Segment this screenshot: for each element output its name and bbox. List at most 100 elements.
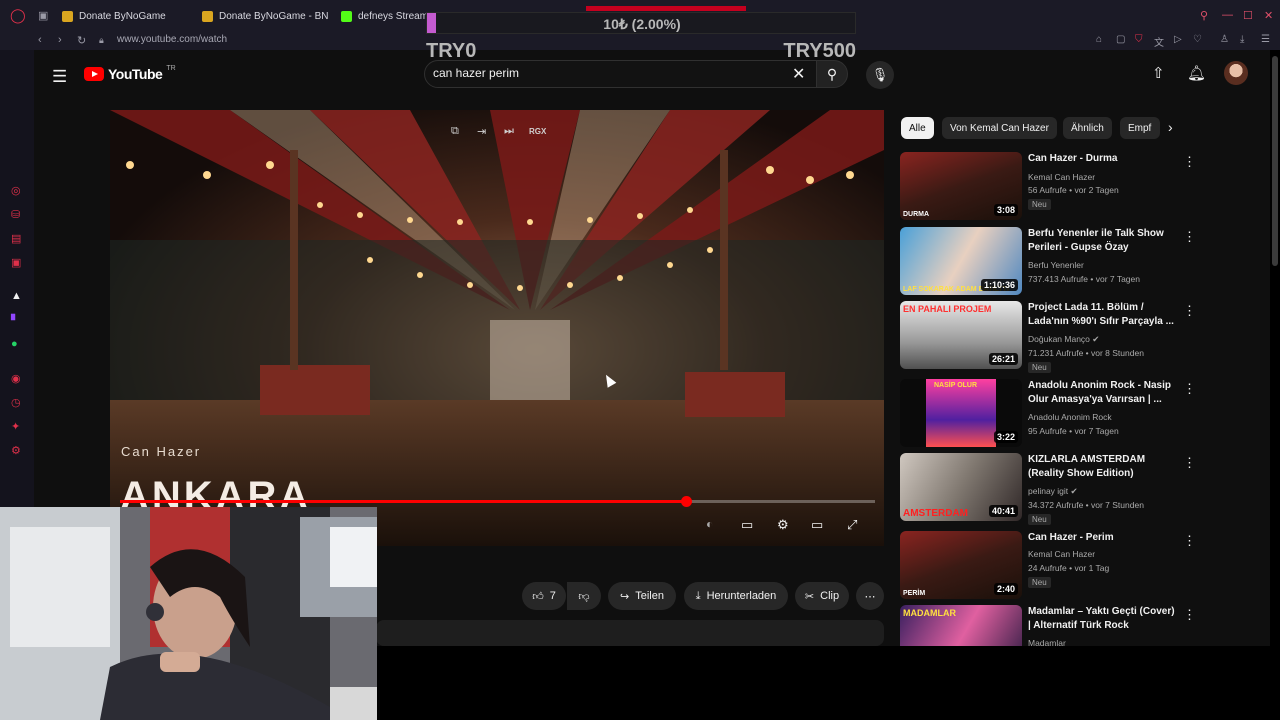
forward-icon[interactable]: › xyxy=(58,34,62,46)
more-vert-icon[interactable]: ⋮ xyxy=(1183,229,1196,245)
play-icon[interactable]: ▷ xyxy=(1174,34,1182,45)
snapshot-icon[interactable]: ▢ xyxy=(1116,34,1125,45)
channel-name[interactable]: Kemal Can Hazer xyxy=(1028,549,1095,559)
video-title[interactable]: Project Lada 11. Bölüm / Lada'nın %90'ı … xyxy=(1028,301,1180,329)
description-box[interactable] xyxy=(376,620,884,646)
twitch-icon[interactable]: ▘ xyxy=(11,314,19,327)
bookmark-icon[interactable]: ⌂ xyxy=(1096,34,1102,45)
video-title[interactable]: Berfu Yenenler ile Talk Show Perileri - … xyxy=(1028,227,1180,255)
clear-search-icon[interactable]: ✕ xyxy=(792,64,805,84)
video-player[interactable]: ⧉ ⇥ ⏭ RGX Can Hazer ANKARA ◐ ▭ ⚙ ▭ ⤢ xyxy=(110,110,884,546)
heart-icon[interactable]: ♡ xyxy=(1193,34,1202,45)
player-icon[interactable]: ◉ xyxy=(11,372,21,385)
settings-gear-icon[interactable]: ⚙ xyxy=(777,517,789,533)
progress-bar[interactable] xyxy=(120,496,875,507)
channel-name[interactable]: Madamlar xyxy=(1028,638,1066,646)
download-icon[interactable]: ⤓ xyxy=(1240,34,1244,45)
chip-all[interactable]: Alle xyxy=(901,117,934,139)
more-vert-icon[interactable]: ⋮ xyxy=(1183,455,1196,471)
shield-icon[interactable]: ⛉ xyxy=(1135,34,1143,45)
tab-donate-bynogame-bn[interactable]: Donate ByNoGame - BN xyxy=(202,6,330,26)
channel-name[interactable]: Anadolu Anonim Rock xyxy=(1028,412,1112,422)
more-vert-icon[interactable]: ⋮ xyxy=(1183,303,1196,319)
channel-name[interactable]: Kemal Can Hazer xyxy=(1028,172,1095,182)
thumbnail[interactable]: PERİM 2:40 xyxy=(900,531,1022,599)
chip-recommended[interactable]: Empf xyxy=(1120,117,1160,139)
more-vert-icon[interactable]: ⋮ xyxy=(1183,381,1196,397)
thumbnail[interactable]: NASİP OLUR 3:22 xyxy=(900,379,1022,447)
thumbnail[interactable]: AMSTERDAM 40:41 xyxy=(900,453,1022,521)
translate-icon[interactable]: 文 xyxy=(1154,34,1164,49)
minimize-icon[interactable]: — xyxy=(1222,9,1233,21)
autoplay-toggle[interactable]: ◐ xyxy=(706,517,713,531)
crypto-wallet-icon[interactable]: ⛁ xyxy=(11,208,20,221)
notifications-bell-icon[interactable]: 🔔︎ xyxy=(1187,64,1206,82)
thumbnail[interactable]: DURMA 3:08 xyxy=(900,152,1022,220)
fullscreen-icon[interactable]: ⤢ xyxy=(847,517,857,533)
video-title[interactable]: Can Hazer - Durma xyxy=(1028,152,1180,166)
miniplayer-icon[interactable]: ⧉ xyxy=(451,125,459,138)
thumbnail[interactable]: MADAMLAR xyxy=(900,605,1022,646)
list-item[interactable]: EN PAHALI PROJEM 26:21 Project Lada 11. … xyxy=(900,301,1200,373)
youtube-logo[interactable]: YouTube TR xyxy=(84,65,176,82)
channel-name[interactable]: Berfu Yenenler xyxy=(1028,260,1084,270)
page-scrollbar[interactable] xyxy=(1272,56,1278,266)
guide-menu-icon[interactable]: ☰ xyxy=(52,67,67,87)
close-window-icon[interactable]: ✕ xyxy=(1264,9,1273,22)
chip-related[interactable]: Ähnlich xyxy=(1063,117,1112,139)
clip-button[interactable]: ✂ Clip xyxy=(795,582,849,610)
thumbnail[interactable]: EN PAHALI PROJEM 26:21 xyxy=(900,301,1022,369)
search-tabs-icon[interactable]: ⚲ xyxy=(1200,9,1208,22)
opera-logo-icon[interactable]: ◯ xyxy=(10,7,26,24)
url-field[interactable]: www.youtube.com/watch xyxy=(117,34,227,45)
list-item[interactable]: DURMA 3:08 Can Hazer - Durma Kemal Can H… xyxy=(900,152,1200,222)
tiktok-icon[interactable]: ▲ xyxy=(11,290,22,302)
like-button[interactable]: 👍︎ 7 xyxy=(522,582,566,610)
skip-next-icon[interactable]: ⏭ xyxy=(504,125,514,138)
video-title[interactable]: Can Hazer - Perim xyxy=(1028,531,1180,545)
list-item[interactable]: PERİM 2:40 Can Hazer - Perim Kemal Can H… xyxy=(900,531,1200,601)
history-icon[interactable]: ◷ xyxy=(11,396,21,409)
download-button[interactable]: ⤓ Herunterladen xyxy=(684,582,788,610)
reload-icon[interactable]: ↻ xyxy=(77,34,86,47)
voice-search-button[interactable]: 🎙︎ xyxy=(866,61,894,89)
chip-from-channel[interactable]: Von Kemal Can Hazer xyxy=(942,117,1057,139)
theater-mode-icon[interactable]: ▭ xyxy=(811,517,823,533)
more-actions-button[interactable]: ⋯ xyxy=(856,582,884,610)
subtitles-icon[interactable]: ▭ xyxy=(741,517,753,533)
menu-icon[interactable]: ☰ xyxy=(1261,34,1270,45)
search-input[interactable] xyxy=(433,66,773,80)
more-vert-icon[interactable]: ⋮ xyxy=(1183,607,1196,623)
list-item[interactable]: MADAMLAR Madamlar – Yaktı Geçti (Cover) … xyxy=(900,605,1200,646)
tab-defneys-stream[interactable]: defneys Stream xyxy=(341,6,427,26)
more-vert-icon[interactable]: ⋮ xyxy=(1183,533,1196,549)
upload-icon[interactable]: ⇧ xyxy=(1152,64,1165,82)
chevron-right-icon[interactable]: › xyxy=(1168,119,1173,135)
search-button[interactable]: ⚲ xyxy=(816,60,848,88)
more-vert-icon[interactable]: ⋮ xyxy=(1183,154,1196,170)
video-title[interactable]: Madamlar – Yaktı Geçti (Cover) | Alterna… xyxy=(1028,605,1180,633)
rgx-extension-button[interactable]: RGX xyxy=(529,127,546,136)
profile-icon[interactable]: ♙ xyxy=(1220,34,1229,45)
tab-donate-bynogame[interactable]: Donate ByNoGame xyxy=(62,6,192,26)
extensions-icon[interactable]: ✦ xyxy=(11,420,20,433)
avatar[interactable] xyxy=(1224,61,1248,85)
cast-icon[interactable]: ⇥ xyxy=(477,125,486,138)
thumbnail[interactable]: LAF SOKARAK ADAM BAYILTTI 1:10:36 xyxy=(900,227,1022,295)
share-button[interactable]: ↪ Teilen xyxy=(608,582,676,610)
list-item[interactable]: LAF SOKARAK ADAM BAYILTTI 1:10:36 Berfu … xyxy=(900,227,1200,297)
dislike-button[interactable]: 👎︎ xyxy=(567,582,601,610)
pinboard-icon[interactable]: ▤ xyxy=(11,232,21,245)
channel-name[interactable]: pelinay igit ✔ xyxy=(1028,486,1078,497)
back-icon[interactable]: ‹ xyxy=(38,34,42,46)
messenger-icon[interactable]: ▣ xyxy=(11,256,21,269)
maximize-icon[interactable]: ☐ xyxy=(1243,9,1253,22)
video-title[interactable]: KIZLARLA AMSTERDAM (Reality Show Edition… xyxy=(1028,453,1180,481)
settings-icon[interactable]: ⚙ xyxy=(11,444,21,457)
whatsapp-icon[interactable]: ● xyxy=(11,338,18,350)
aria-icon[interactable]: ◎ xyxy=(11,184,21,197)
channel-name[interactable]: Doğukan Manço ✔ xyxy=(1028,334,1099,345)
tab-menu-icon[interactable]: ▣ xyxy=(38,9,48,22)
list-item[interactable]: AMSTERDAM 40:41 KIZLARLA AMSTERDAM (Real… xyxy=(900,453,1200,525)
video-title[interactable]: Anadolu Anonim Rock - Nasip Olur Amasya'… xyxy=(1028,379,1180,407)
